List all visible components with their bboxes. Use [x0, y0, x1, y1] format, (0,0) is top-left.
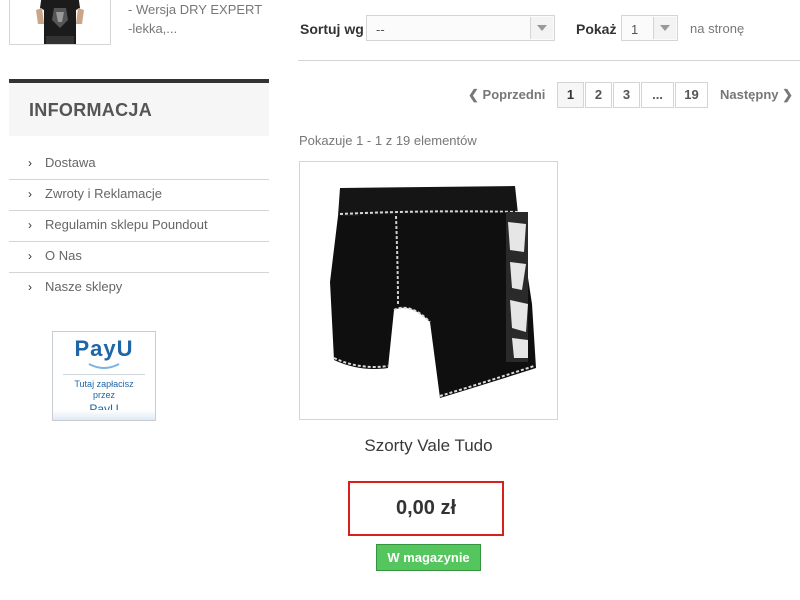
sidebar-item-zwroty[interactable]: › Zwroty i Reklamacje — [9, 180, 269, 211]
sidebar-item-label: O Nas — [45, 248, 82, 263]
promo-desc-line1: - Wersja DRY EXPERT — [128, 2, 263, 17]
sort-label: Sortuj wg — [300, 21, 364, 37]
chevron-right-icon: › — [28, 218, 32, 232]
sidebar-item-label: Regulamin sklepu Poundout — [45, 217, 208, 232]
chevron-right-icon: › — [28, 187, 32, 201]
payu-badge-footer — [53, 410, 155, 420]
payu-caption-line2: przez — [92, 390, 115, 400]
payu-badge[interactable]: PayU Tutaj zapłacisz przez PayU — [52, 331, 156, 421]
page-2-button[interactable]: 2 — [585, 82, 612, 108]
page-1-button[interactable]: 1 — [557, 82, 584, 108]
availability-badge: W magazynie — [376, 544, 481, 571]
chevron-down-icon — [653, 17, 676, 39]
info-links-list: › Dostawa › Zwroty i Reklamacje › Regula… — [9, 149, 269, 303]
per-page-select[interactable]: 1 — [621, 15, 678, 41]
product-price: 0,00 zł — [348, 481, 504, 536]
sidebar-item-nasze-sklepy[interactable]: › Nasze sklepy — [9, 273, 269, 303]
toolbar-divider — [298, 60, 800, 61]
sidebar-item-label: Dostawa — [45, 155, 96, 170]
show-label: Pokaż — [576, 21, 617, 37]
sort-select[interactable]: -- — [366, 15, 555, 41]
promo-description: - Wersja DRY EXPERT -lekka,... — [128, 0, 278, 38]
product-count: Pokazuje 1 - 1 z 19 elementów — [299, 133, 477, 148]
page-3-button[interactable]: 3 — [613, 82, 640, 108]
sidebar-item-dostawa[interactable]: › Dostawa — [9, 149, 269, 180]
product-name-link[interactable]: Szorty Vale Tudo — [299, 436, 558, 456]
prev-page-link[interactable]: ❮ Poprzedni — [468, 87, 545, 103]
payu-caption-line1: Tutaj zapłacisz — [74, 379, 134, 389]
sidebar-item-regulamin[interactable]: › Regulamin sklepu Poundout — [9, 211, 269, 242]
promo-product-thumbnail[interactable] — [9, 0, 111, 45]
next-page-label: Następny — [720, 87, 779, 102]
chevron-right-icon: › — [28, 156, 32, 170]
per-page-suffix: na stronę — [690, 21, 745, 36]
shirt-image — [36, 0, 84, 44]
product-image-link[interactable] — [299, 161, 558, 420]
payu-divider — [63, 374, 145, 375]
page-19-button[interactable]: 19 — [675, 82, 708, 108]
chevron-left-icon: ❮ — [468, 87, 479, 102]
price-value: 0,00 zł — [395, 497, 457, 519]
info-block-title: INFORMACJA — [29, 100, 152, 120]
info-block-header: INFORMACJA — [9, 83, 269, 136]
sort-select-value: -- — [376, 22, 385, 37]
sidebar-item-o-nas[interactable]: › O Nas — [9, 242, 269, 273]
page-ellipsis: ... — [641, 82, 674, 108]
sidebar-item-label: Zwroty i Reklamacje — [45, 186, 163, 201]
promo-desc-line2: -lekka,... — [128, 21, 178, 36]
per-page-select-value: 1 — [631, 22, 639, 37]
chevron-right-icon: › — [28, 280, 32, 294]
prev-page-label: Poprzedni — [482, 87, 546, 102]
sidebar-item-label: Nasze sklepy — [45, 279, 123, 294]
chevron-right-icon: ❯ — [782, 87, 794, 102]
next-page-link[interactable]: Następny ❯ — [720, 87, 793, 103]
payu-logo: PayU — [74, 336, 134, 361]
shorts-image — [330, 186, 536, 398]
chevron-down-icon — [530, 17, 553, 39]
chevron-right-icon: › — [28, 249, 32, 263]
payu-swoosh-icon — [88, 363, 120, 369]
